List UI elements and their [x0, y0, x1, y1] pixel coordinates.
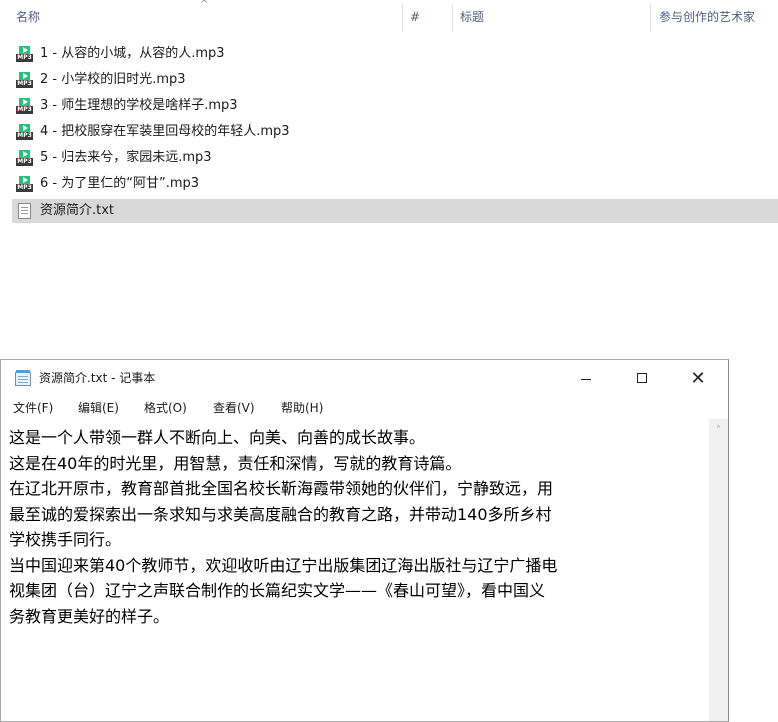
file-row-selected[interactable]: 资源简介.txt	[12, 199, 778, 223]
text-file-icon	[16, 203, 33, 219]
content-line: 务教育更美好的样子。	[9, 606, 170, 626]
menu-bar: 文件(F) 编辑(E) 格式(O) 查看(V) 帮助(H)	[1, 397, 728, 419]
file-name: 3 - 师生理想的学校是啥样子.mp3	[40, 98, 238, 113]
mp3-file-icon: MP3	[16, 46, 33, 62]
maximize-button[interactable]	[619, 360, 665, 397]
window-title: 资源简介.txt - 记事本	[39, 371, 156, 385]
minimize-icon	[581, 379, 591, 380]
close-button[interactable]: ✕	[675, 360, 721, 397]
file-name: 4 - 把校服穿在军装里回母校的年轻人.mp3	[40, 124, 290, 139]
menu-format[interactable]: 格式(O)	[144, 397, 187, 419]
content-line: 视集团（台）辽宁之声联合制作的长篇纪实文学——《春山可望》，看中国义	[9, 581, 546, 600]
file-row[interactable]: MP3 1 - 从容的小城，从容的人.mp3	[12, 42, 778, 66]
close-icon: ✕	[690, 368, 706, 389]
file-name: 5 - 归去来兮，家园未远.mp3	[40, 150, 212, 165]
column-divider[interactable]	[402, 4, 403, 32]
content-line: 学校携手同行。	[9, 530, 122, 549]
menu-view[interactable]: 查看(V)	[213, 397, 255, 419]
content-line: 当中国迎来第40个教师节，欢迎收听由辽宁出版集团辽海出版社与辽宁广播电	[9, 555, 558, 575]
content-line: 这是一个人带领一群人不断向上、向美、向善的成长故事。	[9, 428, 426, 447]
maximize-icon	[637, 373, 647, 383]
column-header-title[interactable]: 标题	[460, 0, 645, 34]
column-header-artists[interactable]: 参与创作的艺术家	[659, 0, 778, 34]
file-row[interactable]: MP3 6 - 为了里仁的“阿甘”.mp3	[12, 172, 778, 196]
column-header-number[interactable]: #	[410, 0, 446, 34]
mp3-file-icon: MP3	[16, 150, 33, 166]
file-name: 资源简介.txt	[40, 203, 115, 218]
file-explorer-list: ^ 名称 # 标题 参与创作的艺术家 MP3 1 - 从容的小城，从容的人.mp…	[0, 0, 778, 232]
notepad-icon	[15, 370, 31, 386]
file-row[interactable]: MP3 5 - 归去来兮，家园未远.mp3	[12, 146, 778, 170]
scroll-up-icon[interactable]: ˄	[709, 423, 728, 439]
menu-file[interactable]: 文件(F)	[13, 397, 53, 419]
content-line: 最至诚的爱探索出一条求知与求美高度融合的教育之路，并带动140多所乡村	[9, 504, 552, 524]
content-line: 这是在40年的时光里，用智慧，责任和深情，写就的教育诗篇。	[9, 453, 462, 473]
mp3-file-icon: MP3	[16, 176, 33, 192]
column-header-row: ^ 名称 # 标题 参与创作的艺术家	[0, 0, 778, 34]
column-divider[interactable]	[650, 4, 651, 32]
mp3-file-icon: MP3	[16, 72, 33, 88]
file-row[interactable]: MP3 2 - 小学校的旧时光.mp3	[12, 68, 778, 92]
file-name: 6 - 为了里仁的“阿甘”.mp3	[40, 176, 200, 191]
content-line: 在辽北开原市，教育部首批全国名校长靳海霞带领她的伙伴们，宁静致远，用	[9, 479, 554, 498]
text-editor-area[interactable]: 这是一个人带领一群人不断向上、向美、向善的成长故事。 这是在40年的时光里，用智…	[1, 419, 709, 721]
mp3-file-icon: MP3	[16, 98, 33, 114]
file-name: 1 - 从容的小城，从容的人.mp3	[40, 46, 225, 61]
file-row[interactable]: MP3 4 - 把校服穿在军装里回母校的年轻人.mp3	[12, 120, 778, 144]
column-divider[interactable]	[452, 4, 453, 32]
mp3-file-icon: MP3	[16, 124, 33, 140]
notepad-window: 资源简介.txt - 记事本 ✕ 文件(F) 编辑(E) 格式(O) 查看(V)…	[0, 359, 729, 722]
file-row[interactable]: MP3 3 - 师生理想的学校是啥样子.mp3	[12, 94, 778, 118]
vertical-scrollbar[interactable]: ˄	[709, 419, 728, 721]
column-header-name[interactable]: 名称	[16, 0, 396, 34]
minimize-button[interactable]	[563, 360, 609, 397]
menu-edit[interactable]: 编辑(E)	[78, 397, 119, 419]
file-name: 2 - 小学校的旧时光.mp3	[40, 72, 186, 87]
title-bar[interactable]: 资源简介.txt - 记事本 ✕	[1, 360, 728, 397]
menu-help[interactable]: 帮助(H)	[281, 397, 323, 419]
